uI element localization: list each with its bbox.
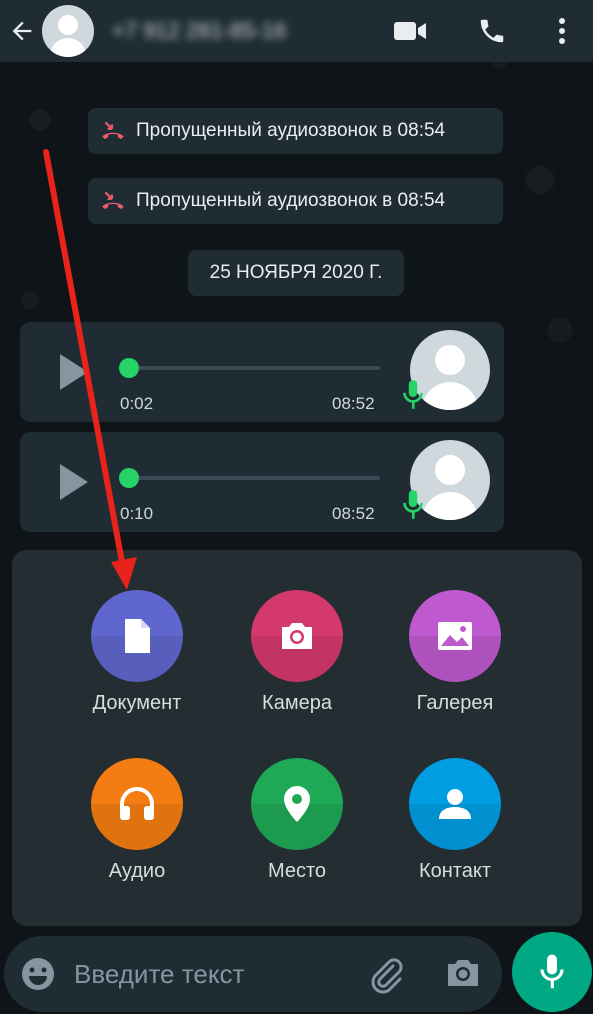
phone-icon — [480, 19, 504, 43]
attach-label: Галерея — [416, 692, 494, 714]
attach-audio-option[interactable]: Аудио — [57, 758, 217, 883]
mic-icon — [403, 490, 423, 519]
contact-icon — [439, 789, 471, 819]
paperclip-icon[interactable] — [366, 955, 406, 995]
missed-call-notice: Пропущенный аудиозвонок в 08:54 — [88, 178, 503, 224]
voice-progress-track[interactable] — [128, 476, 380, 480]
message-input[interactable]: Введите текст — [74, 959, 244, 990]
attachment-menu: Документ Камера Галерея Аудио Место Конт… — [12, 550, 582, 926]
play-icon[interactable] — [58, 352, 90, 392]
location-button[interactable] — [251, 758, 343, 850]
contact-avatar[interactable] — [42, 5, 94, 57]
chat-header: +7 912 281-85-16 — [0, 0, 593, 62]
document-icon — [125, 619, 150, 653]
more-vert-icon — [559, 18, 565, 44]
attach-label: Место — [267, 860, 327, 882]
voice-message[interactable]: 0:02 08:52 — [20, 322, 504, 422]
voice-duration: 0:10 — [120, 504, 154, 523]
attach-label: Камера — [262, 692, 332, 714]
missed-call-icon — [100, 188, 126, 214]
voice-duration: 0:02 — [120, 394, 154, 413]
gallery-icon — [438, 622, 472, 650]
camera-button[interactable] — [251, 590, 343, 682]
voice-seek-handle[interactable] — [119, 358, 139, 378]
arrow-left-icon — [12, 21, 32, 41]
voice-progress-track[interactable] — [128, 366, 380, 370]
attach-location-option[interactable]: Место — [217, 758, 377, 883]
date-divider-text: 25 НОЯБРЯ 2020 Г. — [209, 262, 383, 283]
voice-call-button[interactable] — [470, 0, 514, 62]
contact-name[interactable]: +7 912 281-85-16 — [112, 18, 362, 44]
attach-label: Документ — [92, 692, 182, 714]
camera-icon[interactable] — [444, 956, 482, 990]
attach-document-option[interactable]: Документ — [57, 590, 217, 715]
document-button[interactable] — [91, 590, 183, 682]
voice-seek-handle[interactable] — [119, 468, 139, 488]
audio-button[interactable] — [91, 758, 183, 850]
message-time: 08:52 — [332, 394, 375, 413]
voice-record-button[interactable] — [512, 932, 592, 1012]
attach-camera-option[interactable]: Камера — [217, 590, 377, 715]
headphones-icon — [120, 787, 154, 820]
more-options-button[interactable] — [546, 0, 578, 62]
missed-call-text: Пропущенный аудиозвонок в 08:54 — [136, 120, 446, 141]
missed-call-text: Пропущенный аудиозвонок в 08:54 — [136, 190, 446, 211]
date-divider: 25 НОЯБРЯ 2020 Г. — [188, 250, 404, 296]
voice-message[interactable]: 0:10 08:52 — [20, 432, 504, 532]
mic-icon — [403, 380, 423, 409]
back-button[interactable] — [4, 0, 40, 62]
camera-icon — [282, 623, 312, 649]
contact-button[interactable] — [409, 758, 501, 850]
play-icon[interactable] — [58, 462, 90, 502]
video-call-button[interactable] — [388, 0, 432, 62]
attach-label: Аудио — [108, 860, 166, 882]
attach-label: Контакт — [418, 860, 491, 882]
missed-call-notice: Пропущенный аудиозвонок в 08:54 — [88, 108, 503, 154]
message-time: 08:52 — [332, 504, 375, 523]
video-call-icon — [394, 22, 426, 40]
missed-call-icon — [100, 118, 126, 144]
attach-gallery-option[interactable]: Галерея — [375, 590, 535, 715]
location-icon — [284, 786, 310, 822]
message-composer: Введите текст — [4, 936, 502, 1012]
emoji-icon[interactable] — [20, 956, 56, 992]
gallery-button[interactable] — [409, 590, 501, 682]
mic-icon — [540, 954, 564, 989]
attach-contact-option[interactable]: Контакт — [375, 758, 535, 883]
